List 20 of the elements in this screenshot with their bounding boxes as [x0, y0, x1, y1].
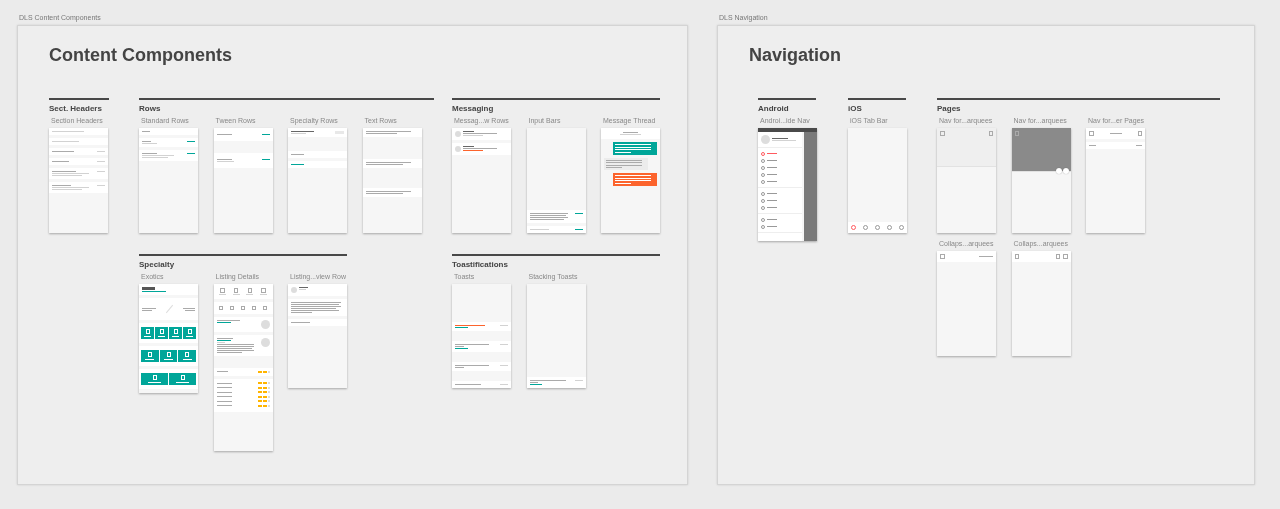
artboard-title: Content Components: [49, 45, 232, 66]
tile-button[interactable]: [155, 327, 168, 339]
group-heading: Toastifications: [452, 260, 509, 270]
group-heading: Sect. Headers: [49, 104, 103, 114]
artboard-title: Navigation: [749, 45, 841, 66]
group-heading: Messaging: [452, 104, 495, 114]
tile-button[interactable]: [169, 327, 182, 339]
group-heading: Rows: [139, 104, 162, 114]
group-heading: Android: [758, 104, 790, 114]
tile-button[interactable]: [178, 350, 196, 362]
tile-button[interactable]: [159, 350, 178, 362]
tile-button[interactable]: [183, 327, 196, 339]
tile-button[interactable]: [141, 327, 154, 339]
tile-button[interactable]: [141, 373, 168, 385]
group-heading: Pages: [937, 104, 962, 114]
tile-button[interactable]: [141, 350, 159, 362]
group-heading: Specialty: [139, 260, 176, 270]
group-heading: iOS: [848, 104, 863, 114]
tile-button[interactable]: [169, 373, 196, 385]
avatar-icon: [761, 135, 770, 144]
